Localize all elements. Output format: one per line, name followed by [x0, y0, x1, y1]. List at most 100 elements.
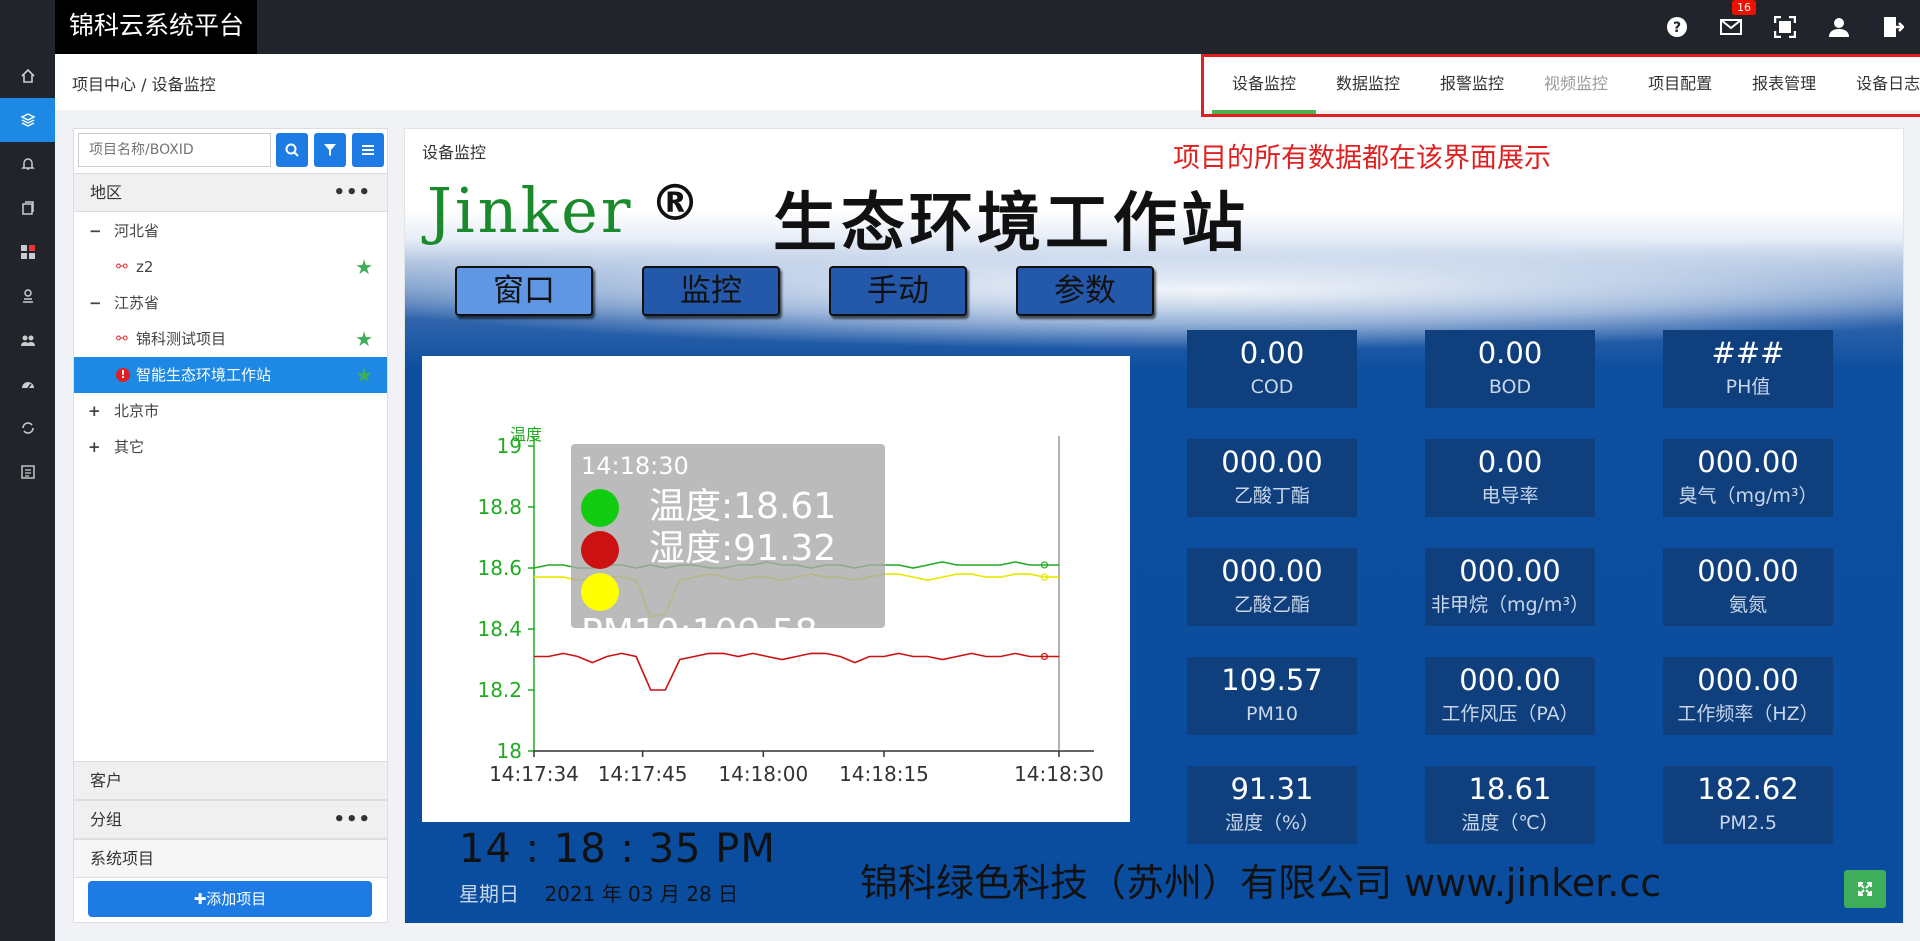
dashboard-icon[interactable] — [0, 230, 55, 274]
tree-item[interactable]: ⚯ 锦科测试项目 ★ — [74, 321, 387, 357]
home-icon[interactable] — [0, 54, 55, 98]
sensor-tile: 0.00 BOD — [1425, 330, 1595, 408]
tab-3[interactable]: 视频监控 — [1524, 57, 1628, 114]
sensor-tile: 000.00 工作频率（HZ） — [1663, 657, 1833, 735]
stamp-icon[interactable] — [0, 274, 55, 318]
tree-item[interactable]: − 河北省 — [74, 213, 387, 249]
users-icon[interactable] — [0, 318, 55, 362]
tab-0[interactable]: 设备监控 — [1212, 57, 1317, 114]
trend-chart: 19 18.8 18.6 18.4 18.2 18 温度 14:17:34 14:17:45 14… — [422, 356, 1130, 822]
tile-label: PM2.5 — [1718, 812, 1778, 834]
tile-value: 0.00 — [1477, 336, 1543, 370]
x-tick-label: 14:17:45 — [598, 762, 688, 786]
tile-value: 0.00 — [1477, 445, 1543, 479]
layers-icon[interactable] — [0, 98, 55, 142]
list-icon[interactable] — [0, 450, 55, 494]
copy-icon[interactable] — [0, 186, 55, 230]
tile-value: 000.00 — [1459, 663, 1561, 697]
search-icon — [285, 143, 299, 157]
tree-item[interactable]: ⚯ z2 ★ — [74, 249, 387, 285]
tree-item[interactable]: + 北京市 — [74, 393, 387, 429]
tree-item[interactable]: − 江苏省 — [74, 285, 387, 321]
search-button[interactable] — [276, 133, 308, 167]
tab-2[interactable]: 报警监控 — [1420, 57, 1524, 114]
tile-label: COD — [1250, 376, 1294, 398]
group-header-label: 分组 — [90, 810, 123, 829]
favorite-star-icon[interactable]: ★ — [355, 357, 373, 393]
search-row — [78, 133, 384, 167]
scada-button-3[interactable]: 参数 — [1016, 266, 1154, 316]
expand-icon[interactable]: + — [88, 429, 101, 465]
sensor-tile: 000.00 非甲烷（mg/m³） — [1425, 548, 1595, 626]
logout-icon[interactable] — [1866, 0, 1920, 54]
filter-button[interactable] — [314, 133, 346, 167]
tab-bar: 设备监控 数据监控 报警监控 视频监控 项目配置 报表管理 设备日志 — [1204, 57, 1920, 114]
app-title: 锦科云系统平台 — [55, 0, 257, 54]
region-header[interactable]: 地区 ••• — [74, 173, 387, 212]
tile-value: 000.00 — [1221, 554, 1323, 588]
sensor-tile: 000.00 工作风压（PA） — [1425, 657, 1595, 735]
tab-5[interactable]: 报表管理 — [1732, 57, 1836, 114]
more-icon[interactable]: ••• — [333, 174, 371, 212]
clock: 14 : 18 : 35 PM — [459, 826, 776, 872]
annotation-text: 项目的所有数据都在该界面展示 — [1173, 143, 1551, 174]
collapse-icon[interactable]: − — [89, 213, 102, 249]
tab-6[interactable]: 设备日志 — [1836, 57, 1920, 114]
tab-4[interactable]: 项目配置 — [1628, 57, 1732, 114]
scada-button-2[interactable]: 手动 — [829, 266, 967, 316]
expand-button[interactable] — [1844, 870, 1886, 908]
tile-label: 工作风压（PA） — [1441, 703, 1579, 725]
nav-rail — [0, 54, 55, 941]
tile-value: 000.00 — [1697, 554, 1799, 588]
scada-button-0[interactable]: 窗口 — [455, 266, 593, 316]
filter-icon — [324, 144, 336, 156]
breadcrumb: 项目中心 / 设备监控 — [72, 75, 216, 94]
sync-icon[interactable] — [0, 406, 55, 450]
bell-icon[interactable] — [0, 142, 55, 186]
mail-icon[interactable]: 16 — [1704, 0, 1758, 54]
tree-item[interactable]: + 其它 — [74, 429, 387, 465]
system-header[interactable]: 系统项目 — [74, 839, 387, 878]
favorite-star-icon[interactable]: ★ — [355, 249, 373, 285]
tree-item-label: z2 — [136, 258, 154, 276]
sensor-tile: ### PH值 — [1663, 330, 1833, 408]
sensor-tile: 91.31 湿度（%） — [1187, 766, 1357, 844]
expand-icon — [1858, 882, 1872, 896]
tree-item[interactable]: ! 智能生态环境工作站 ★ — [74, 357, 387, 393]
menu-button[interactable] — [352, 133, 384, 167]
top-toolbar: ? 16 — [1650, 0, 1920, 54]
tile-value: 000.00 — [1697, 663, 1799, 697]
tile-label: 臭气（mg/m³） — [1678, 485, 1818, 507]
date: 2021 年 03 月 28 日 — [544, 882, 739, 906]
tree-item-label: 北京市 — [114, 402, 160, 420]
y-tick-label: 18.4 — [477, 617, 522, 641]
group-header[interactable]: 分组 ••• — [74, 800, 387, 839]
add-project-button[interactable]: ✚添加项目 — [88, 881, 372, 917]
svg-text:?: ? — [1673, 20, 1681, 36]
collapse-icon[interactable]: − — [89, 285, 102, 321]
tree-item-label: 锦科测试项目 — [136, 330, 227, 348]
tile-label: 工作频率（HZ） — [1677, 703, 1819, 725]
weekday: 星期日 — [459, 882, 519, 906]
expand-icon[interactable]: + — [88, 393, 101, 429]
tooltip-value: 湿度:91.32 — [649, 528, 837, 569]
unlink-icon: ⚯ — [116, 259, 128, 275]
scada-button-1[interactable]: 监控 — [642, 266, 780, 316]
tile-value: 182.62 — [1697, 772, 1799, 806]
tab-1[interactable]: 数据监控 — [1316, 57, 1420, 114]
tile-label: BOD — [1488, 376, 1532, 398]
search-input[interactable] — [78, 133, 271, 167]
help-icon[interactable]: ? — [1650, 0, 1704, 54]
favorite-star-icon[interactable]: ★ — [355, 321, 373, 357]
tree-item-label: 河北省 — [114, 222, 160, 240]
brand-logo: Jinker — [427, 174, 634, 247]
sensor-tile: 000.00 乙酸丁酯 — [1187, 439, 1357, 517]
gauge-icon[interactable] — [0, 362, 55, 406]
tile-label: PH值 — [1725, 376, 1771, 398]
customer-header[interactable]: 客户 — [74, 761, 387, 800]
more-icon[interactable]: ••• — [333, 801, 371, 839]
tile-value: 000.00 — [1697, 445, 1799, 479]
station-title: 生态环境工作站 — [773, 187, 1249, 261]
fullscreen-icon[interactable] — [1758, 0, 1812, 54]
user-icon[interactable] — [1812, 0, 1866, 54]
